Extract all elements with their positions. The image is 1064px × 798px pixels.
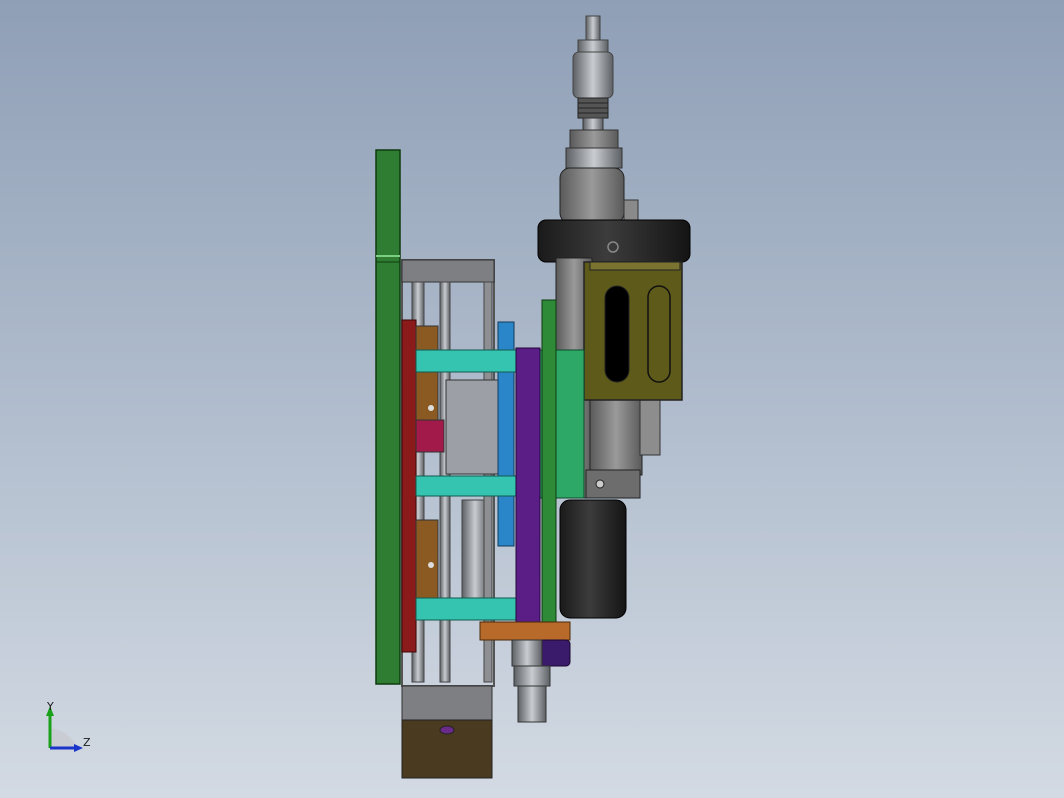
orientation-triad: Y Z xyxy=(46,700,91,752)
cad-viewport[interactable]: Y Z xyxy=(0,0,1064,798)
slider-bar xyxy=(515,347,541,633)
clamp-ring xyxy=(537,219,691,263)
cylinder-block xyxy=(445,379,499,475)
base-plate xyxy=(375,149,401,685)
bottom-housing xyxy=(401,685,493,779)
bottom-plate xyxy=(479,621,571,641)
cad-assembly-model[interactable] xyxy=(375,15,691,779)
y-axis-label: Y xyxy=(46,700,54,713)
motor-housing-upper xyxy=(559,167,625,224)
z-axis-label: Z xyxy=(83,736,91,749)
mounting-bracket xyxy=(583,261,683,401)
carriage-backplate xyxy=(401,319,417,653)
drive-motor xyxy=(559,499,627,619)
spindle-chuck xyxy=(565,15,623,169)
